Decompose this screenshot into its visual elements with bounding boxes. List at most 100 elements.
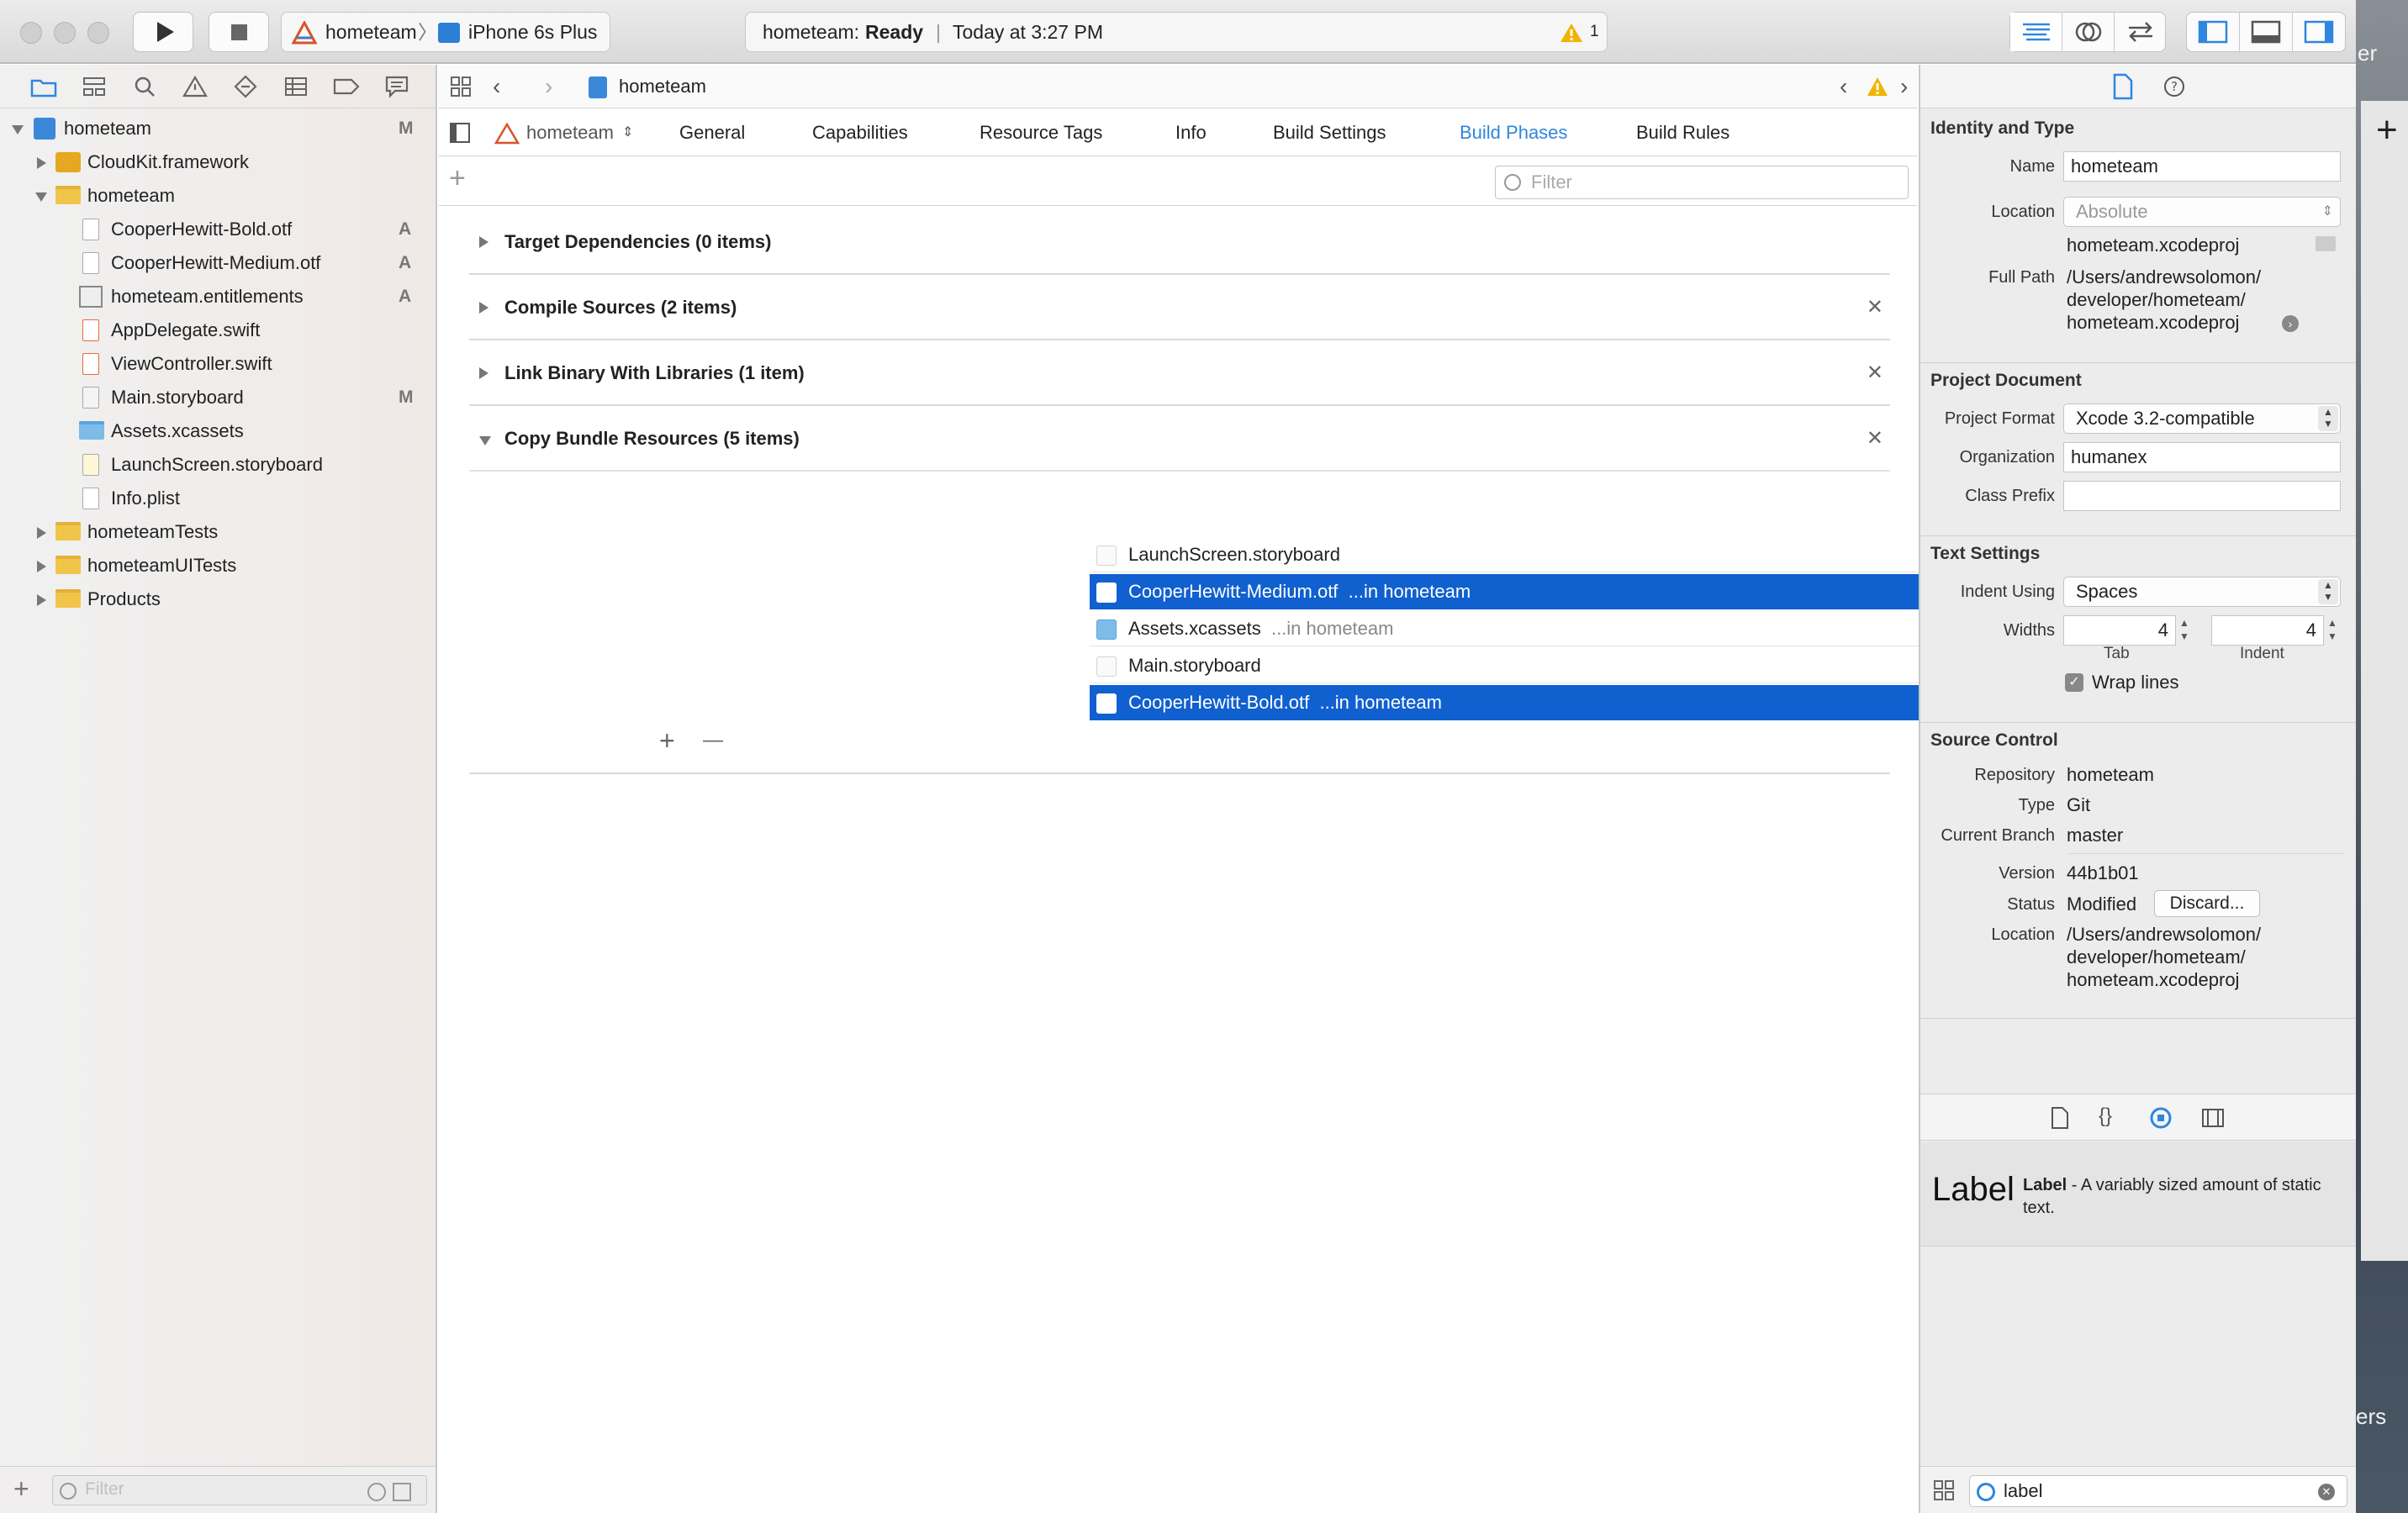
updown-chevron-icon[interactable]: ⇕ [622, 109, 633, 156]
location-popup[interactable]: Absolute ⇕ [2063, 197, 2341, 227]
breakpoint-navigator-tab[interactable] [321, 70, 372, 103]
folder-icon[interactable] [2316, 236, 2336, 251]
nav-item-group[interactable]: Products [0, 583, 436, 616]
phase-link-binary[interactable]: Link Binary With Libraries (1 item) ✕ [469, 340, 1890, 406]
editor-mode-control[interactable] [2009, 12, 2166, 52]
remove-resource-button[interactable]: — [703, 729, 723, 752]
media-library-icon[interactable] [2201, 1108, 2225, 1128]
next-issue-icon[interactable]: › [1900, 65, 1908, 108]
tab-build-phases[interactable]: Build Phases [1460, 109, 1567, 156]
close-window-button[interactable] [20, 22, 42, 44]
scm-filter-icon[interactable] [393, 1483, 411, 1501]
delete-phase-icon[interactable]: ✕ [1867, 275, 1883, 340]
nav-item-file[interactable]: Assets.xcassets [0, 414, 436, 448]
scheme-selector[interactable]: hometeam 〉 iPhone 6s Plus [281, 12, 610, 52]
phase-compile-sources[interactable]: Compile Sources (2 items) ✕ [469, 275, 1890, 340]
nav-item-hometeam-group[interactable]: hometeam [0, 179, 436, 213]
name-field[interactable]: hometeam [2063, 151, 2341, 182]
test-navigator-tab[interactable] [220, 70, 271, 103]
previous-issue-icon[interactable]: ‹ [1840, 65, 1847, 108]
code-snippet-icon[interactable]: {} [2099, 1104, 2112, 1128]
panel-toggle-control[interactable] [2186, 12, 2346, 52]
help-icon[interactable]: ? [2162, 75, 2186, 98]
symbol-navigator-tab[interactable] [69, 70, 119, 103]
minimize-window-button[interactable] [54, 22, 76, 44]
debug-area-toggle-button[interactable] [2240, 13, 2293, 51]
utilities-toggle-button[interactable] [2293, 13, 2345, 51]
disclosure-open-icon[interactable] [12, 125, 24, 134]
organization-field[interactable]: humanex [2063, 442, 2341, 472]
delete-phase-icon[interactable]: ✕ [1867, 340, 1883, 406]
target-selector[interactable]: hometeam [526, 109, 614, 156]
add-file-icon[interactable]: + [13, 1473, 29, 1505]
tab-width-field[interactable]: 4 [2063, 615, 2176, 646]
delete-phase-icon[interactable]: ✕ [1867, 406, 1883, 472]
tab-build-rules[interactable]: Build Rules [1636, 109, 1729, 156]
phase-copy-bundle-resources[interactable]: Copy Bundle Resources (5 items) ✕ [469, 406, 1890, 472]
add-resource-button[interactable]: + [659, 725, 675, 756]
warning-icon[interactable] [1560, 23, 1583, 43]
nav-item-file[interactable]: CooperHewitt-Medium.otf A [0, 246, 436, 280]
nav-item-project[interactable]: hometeam M [0, 112, 436, 145]
project-navigator-tab[interactable] [18, 70, 69, 103]
indent-using-popup[interactable]: Spaces ▲ ▼ [2063, 577, 2341, 607]
recent-files-icon[interactable] [367, 1483, 386, 1501]
nav-item-cloudkit[interactable]: CloudKit.framework [0, 145, 436, 179]
zoom-window-button[interactable] [87, 22, 109, 44]
library-search-input[interactable]: label ✕ [1969, 1475, 2347, 1507]
project-format-popup[interactable]: Xcode 3.2-compatible ▲ ▼ [2063, 403, 2341, 434]
disclosure-closed-icon[interactable] [37, 527, 46, 539]
related-items-icon[interactable] [449, 75, 473, 98]
disclosure-closed-icon[interactable] [37, 561, 46, 572]
tab-general[interactable]: General [679, 109, 745, 156]
report-navigator-tab[interactable] [372, 70, 422, 103]
indent-width-stepper[interactable]: ▲ ▼ [2327, 616, 2337, 643]
discard-button[interactable]: Discard... [2154, 890, 2260, 917]
warning-icon[interactable] [1867, 76, 1888, 97]
navigator-filter-input[interactable]: Filter [52, 1475, 427, 1505]
disclosure-closed-icon[interactable] [479, 367, 488, 379]
file-inspector-icon[interactable] [2112, 73, 2134, 100]
nav-item-file[interactable]: LaunchScreen.storyboard [0, 448, 436, 482]
back-icon[interactable]: ‹ [493, 65, 500, 108]
clear-search-icon[interactable]: ✕ [2318, 1484, 2335, 1500]
reveal-arrow-icon[interactable]: › [2282, 315, 2299, 332]
grid-view-icon[interactable] [1932, 1479, 1956, 1502]
standard-editor-button[interactable] [2010, 13, 2062, 51]
navigator-toggle-button[interactable] [2187, 13, 2240, 51]
forward-icon[interactable]: › [545, 65, 552, 108]
tab-build-settings[interactable]: Build Settings [1273, 109, 1386, 156]
nav-item-file[interactable]: Main.storyboard M [0, 381, 436, 414]
library-item-label[interactable]: Label Label - A variably sized amount of… [1920, 1142, 2356, 1247]
issue-navigator-tab[interactable] [170, 70, 220, 103]
assistant-editor-button[interactable] [2062, 13, 2115, 51]
stop-button[interactable] [209, 12, 269, 52]
nav-item-group[interactable]: hometeamUITests [0, 549, 436, 583]
disclosure-open-icon[interactable] [479, 436, 491, 445]
add-build-phase-icon[interactable]: + [449, 162, 466, 195]
debug-navigator-tab[interactable] [271, 70, 321, 103]
find-navigator-tab[interactable] [119, 70, 170, 103]
nav-item-file[interactable]: Info.plist [0, 482, 436, 515]
breadcrumb-project[interactable]: hometeam [619, 65, 706, 108]
run-button[interactable] [133, 12, 193, 52]
show-target-list-icon[interactable] [449, 122, 471, 144]
disclosure-closed-icon[interactable] [37, 157, 46, 169]
wrap-lines-checkbox[interactable]: ✓ [2065, 673, 2083, 692]
class-prefix-field[interactable] [2063, 481, 2341, 511]
disclosure-closed-icon[interactable] [37, 594, 46, 606]
tab-resource-tags[interactable]: Resource Tags [980, 109, 1102, 156]
object-library-icon[interactable] [2149, 1106, 2173, 1130]
phase-target-dependencies[interactable]: Target Dependencies (0 items) [469, 209, 1890, 275]
file-template-icon[interactable] [2050, 1106, 2070, 1130]
build-phase-filter-input[interactable]: Filter [1495, 166, 1909, 199]
nav-item-file[interactable]: AppDelegate.swift [0, 314, 436, 347]
indent-width-field[interactable]: 4 [2211, 615, 2324, 646]
disclosure-closed-icon[interactable] [479, 302, 488, 314]
nav-item-file[interactable]: CooperHewitt-Bold.otf A [0, 213, 436, 246]
tab-info[interactable]: Info [1175, 109, 1207, 156]
version-editor-button[interactable] [2115, 13, 2167, 51]
disclosure-open-icon[interactable] [35, 192, 47, 202]
tab-capabilities[interactable]: Capabilities [812, 109, 908, 156]
nav-item-file[interactable]: hometeam.entitlements A [0, 280, 436, 314]
